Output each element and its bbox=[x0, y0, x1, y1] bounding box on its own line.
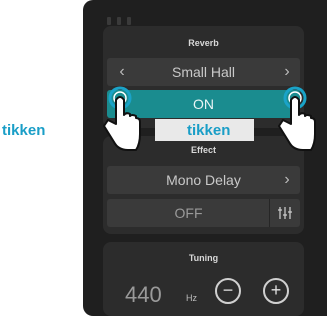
chevron-right-icon[interactable]: › bbox=[280, 58, 294, 86]
app-screen: Reverb ‹ Small Hall › ON Effect Mono Del… bbox=[83, 0, 327, 316]
chevron-right-icon[interactable]: › bbox=[280, 166, 294, 194]
reverb-type-value: Small Hall bbox=[171, 64, 235, 80]
tap-hand-right-icon bbox=[278, 86, 316, 151]
effect-settings-button[interactable] bbox=[269, 199, 300, 227]
tap-label-left: tikken bbox=[2, 122, 46, 139]
tap-hand-left-icon bbox=[103, 86, 141, 151]
effect-toggle-button[interactable]: OFF bbox=[107, 199, 300, 227]
tap-label-right: tikken bbox=[187, 122, 231, 139]
reverb-type-selector[interactable]: ‹ Small Hall › bbox=[107, 58, 300, 86]
tuning-value: 440 bbox=[125, 282, 162, 307]
reverb-title: Reverb bbox=[188, 38, 219, 48]
equalizer-sliders-icon bbox=[278, 207, 292, 219]
tuning-increase-button[interactable]: + bbox=[263, 278, 289, 304]
status-icons bbox=[107, 12, 137, 25]
effect-type-value: Mono Delay bbox=[166, 172, 241, 188]
tuning-unit: Hz bbox=[186, 293, 197, 303]
tuning-decrease-button[interactable]: − bbox=[215, 278, 241, 304]
tuning-title: Tuning bbox=[188, 253, 219, 263]
effect-type-selector[interactable]: Mono Delay › bbox=[107, 166, 300, 194]
effect-toggle-state: OFF bbox=[174, 205, 203, 221]
tuning-panel: Tuning 440 Hz − + bbox=[103, 242, 304, 316]
